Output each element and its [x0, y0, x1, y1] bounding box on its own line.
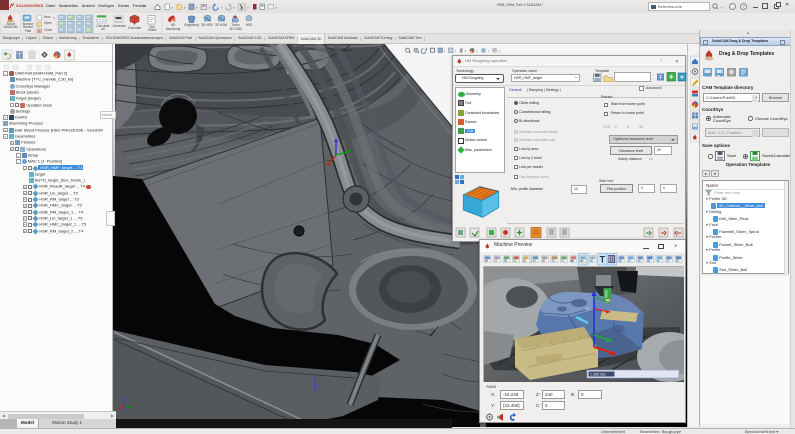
svg-text:T: T	[600, 255, 606, 265]
svg-text:MAC: MAC	[585, 307, 593, 311]
svg-text:1.386.081: 1.386.081	[590, 373, 606, 377]
